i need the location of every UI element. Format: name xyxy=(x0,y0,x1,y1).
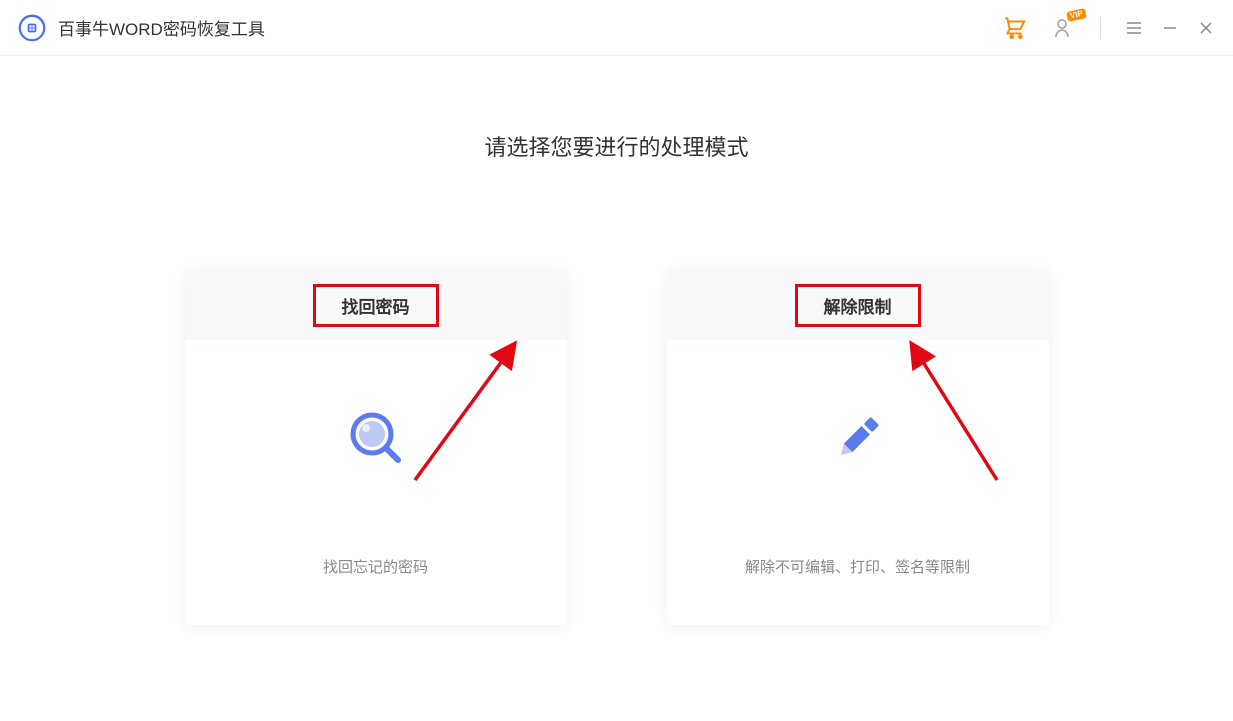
card-icon-area xyxy=(346,340,406,556)
title-bar: 百事牛WORD密码恢复工具 VIP xyxy=(0,0,1233,56)
title-right-group: VIP xyxy=(1002,15,1215,41)
card-header: 找回密码 xyxy=(185,270,567,340)
mode-card-recover-password[interactable]: 找回密码 找回忘记的密码 xyxy=(185,270,567,625)
close-icon[interactable] xyxy=(1197,19,1215,37)
card-description: 解除不可编辑、打印、签名等限制 xyxy=(745,556,970,625)
cards-container: 找回密码 找回忘记的密码 xyxy=(185,270,1049,625)
vip-badge: VIP xyxy=(1066,8,1087,22)
card-title-highlight-box: 找回密码 xyxy=(313,284,439,327)
card-header: 解除限制 xyxy=(667,270,1049,340)
user-vip-icon[interactable]: VIP xyxy=(1052,16,1076,40)
main-content: 请选择您要进行的处理模式 找回密码 xyxy=(0,56,1233,625)
minimize-icon[interactable] xyxy=(1161,19,1179,37)
window-controls xyxy=(1125,19,1215,37)
main-heading: 请选择您要进行的处理模式 xyxy=(484,130,748,162)
annotation-arrow-icon xyxy=(385,332,545,492)
menu-icon[interactable] xyxy=(1125,19,1143,37)
card-title: 找回密码 xyxy=(342,298,410,317)
app-logo-icon xyxy=(18,14,46,42)
card-title-highlight-box: 解除限制 xyxy=(795,284,921,327)
pencil-edit-icon xyxy=(828,408,888,468)
app-title: 百事牛WORD密码恢复工具 xyxy=(58,15,265,40)
magnifier-icon xyxy=(346,408,406,468)
card-icon-area xyxy=(828,340,888,556)
cart-icon[interactable] xyxy=(1002,15,1028,41)
divider xyxy=(1100,17,1101,39)
annotation-arrow-icon xyxy=(897,332,1057,492)
card-description: 找回忘记的密码 xyxy=(323,556,428,625)
card-title: 解除限制 xyxy=(824,298,892,317)
mode-card-remove-restriction[interactable]: 解除限制 xyxy=(667,270,1049,625)
title-left-group: 百事牛WORD密码恢复工具 xyxy=(18,14,265,42)
